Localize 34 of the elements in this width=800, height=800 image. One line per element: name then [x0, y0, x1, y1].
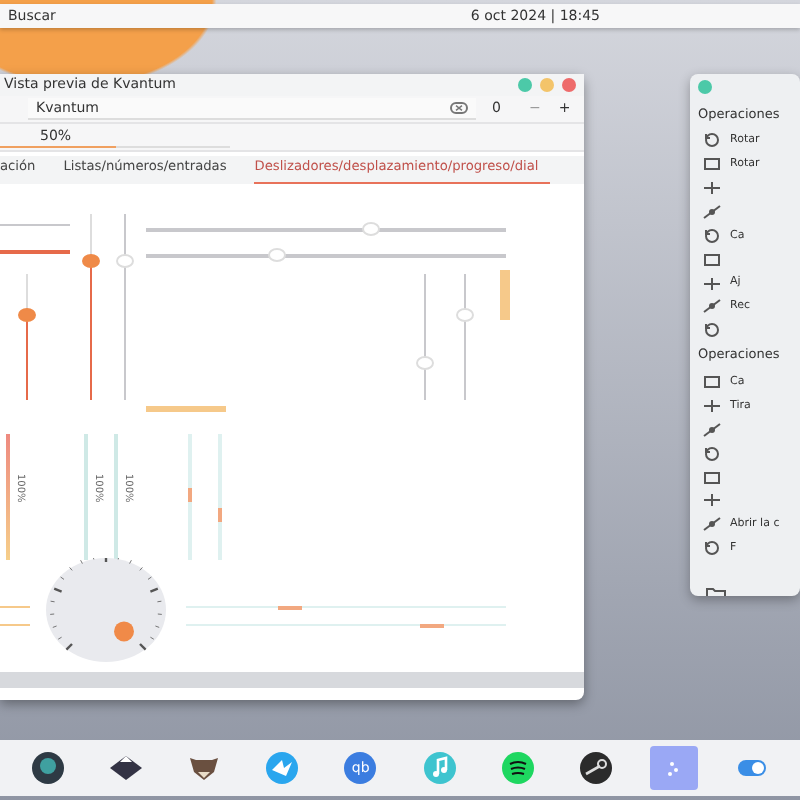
maximize-button[interactable] [518, 78, 532, 92]
tool-icon [702, 540, 722, 557]
tool-icon [702, 227, 722, 244]
tool-icon[interactable] [702, 179, 722, 196]
tool-icon [702, 156, 722, 173]
clear-icon[interactable] [450, 102, 468, 114]
scrollbar-handle [146, 406, 226, 412]
tool-icon[interactable] [702, 421, 722, 438]
tool-icon [702, 298, 722, 315]
sound-bars-icon[interactable] [501, 752, 534, 784]
scrollbar [188, 434, 192, 560]
tool-icon [702, 275, 722, 292]
wolf-head-icon[interactable] [187, 752, 220, 784]
tool-icon [702, 373, 722, 390]
tool-icon[interactable] [702, 322, 722, 339]
tool-icon[interactable] [702, 492, 722, 509]
scrollbar [0, 624, 30, 626]
scrollbar [0, 606, 30, 608]
close-button[interactable] [562, 78, 576, 92]
scrollbar [218, 434, 222, 560]
tool-icon[interactable] [702, 203, 722, 220]
dial[interactable] [46, 558, 166, 662]
tool-icon [702, 132, 722, 149]
tool-icon[interactable] [702, 469, 722, 486]
mountain-icon[interactable] [109, 752, 142, 784]
tool-icon [702, 516, 722, 533]
window-button[interactable] [698, 80, 712, 94]
scrollbar-handle [500, 270, 510, 320]
tool-icon[interactable] [702, 445, 722, 462]
tool-icon[interactable] [702, 251, 722, 268]
slider-thumb[interactable] [17, 307, 35, 322]
music-note-icon[interactable] [423, 752, 456, 784]
tool-icon [702, 397, 722, 414]
slider-thumb[interactable] [81, 253, 99, 268]
